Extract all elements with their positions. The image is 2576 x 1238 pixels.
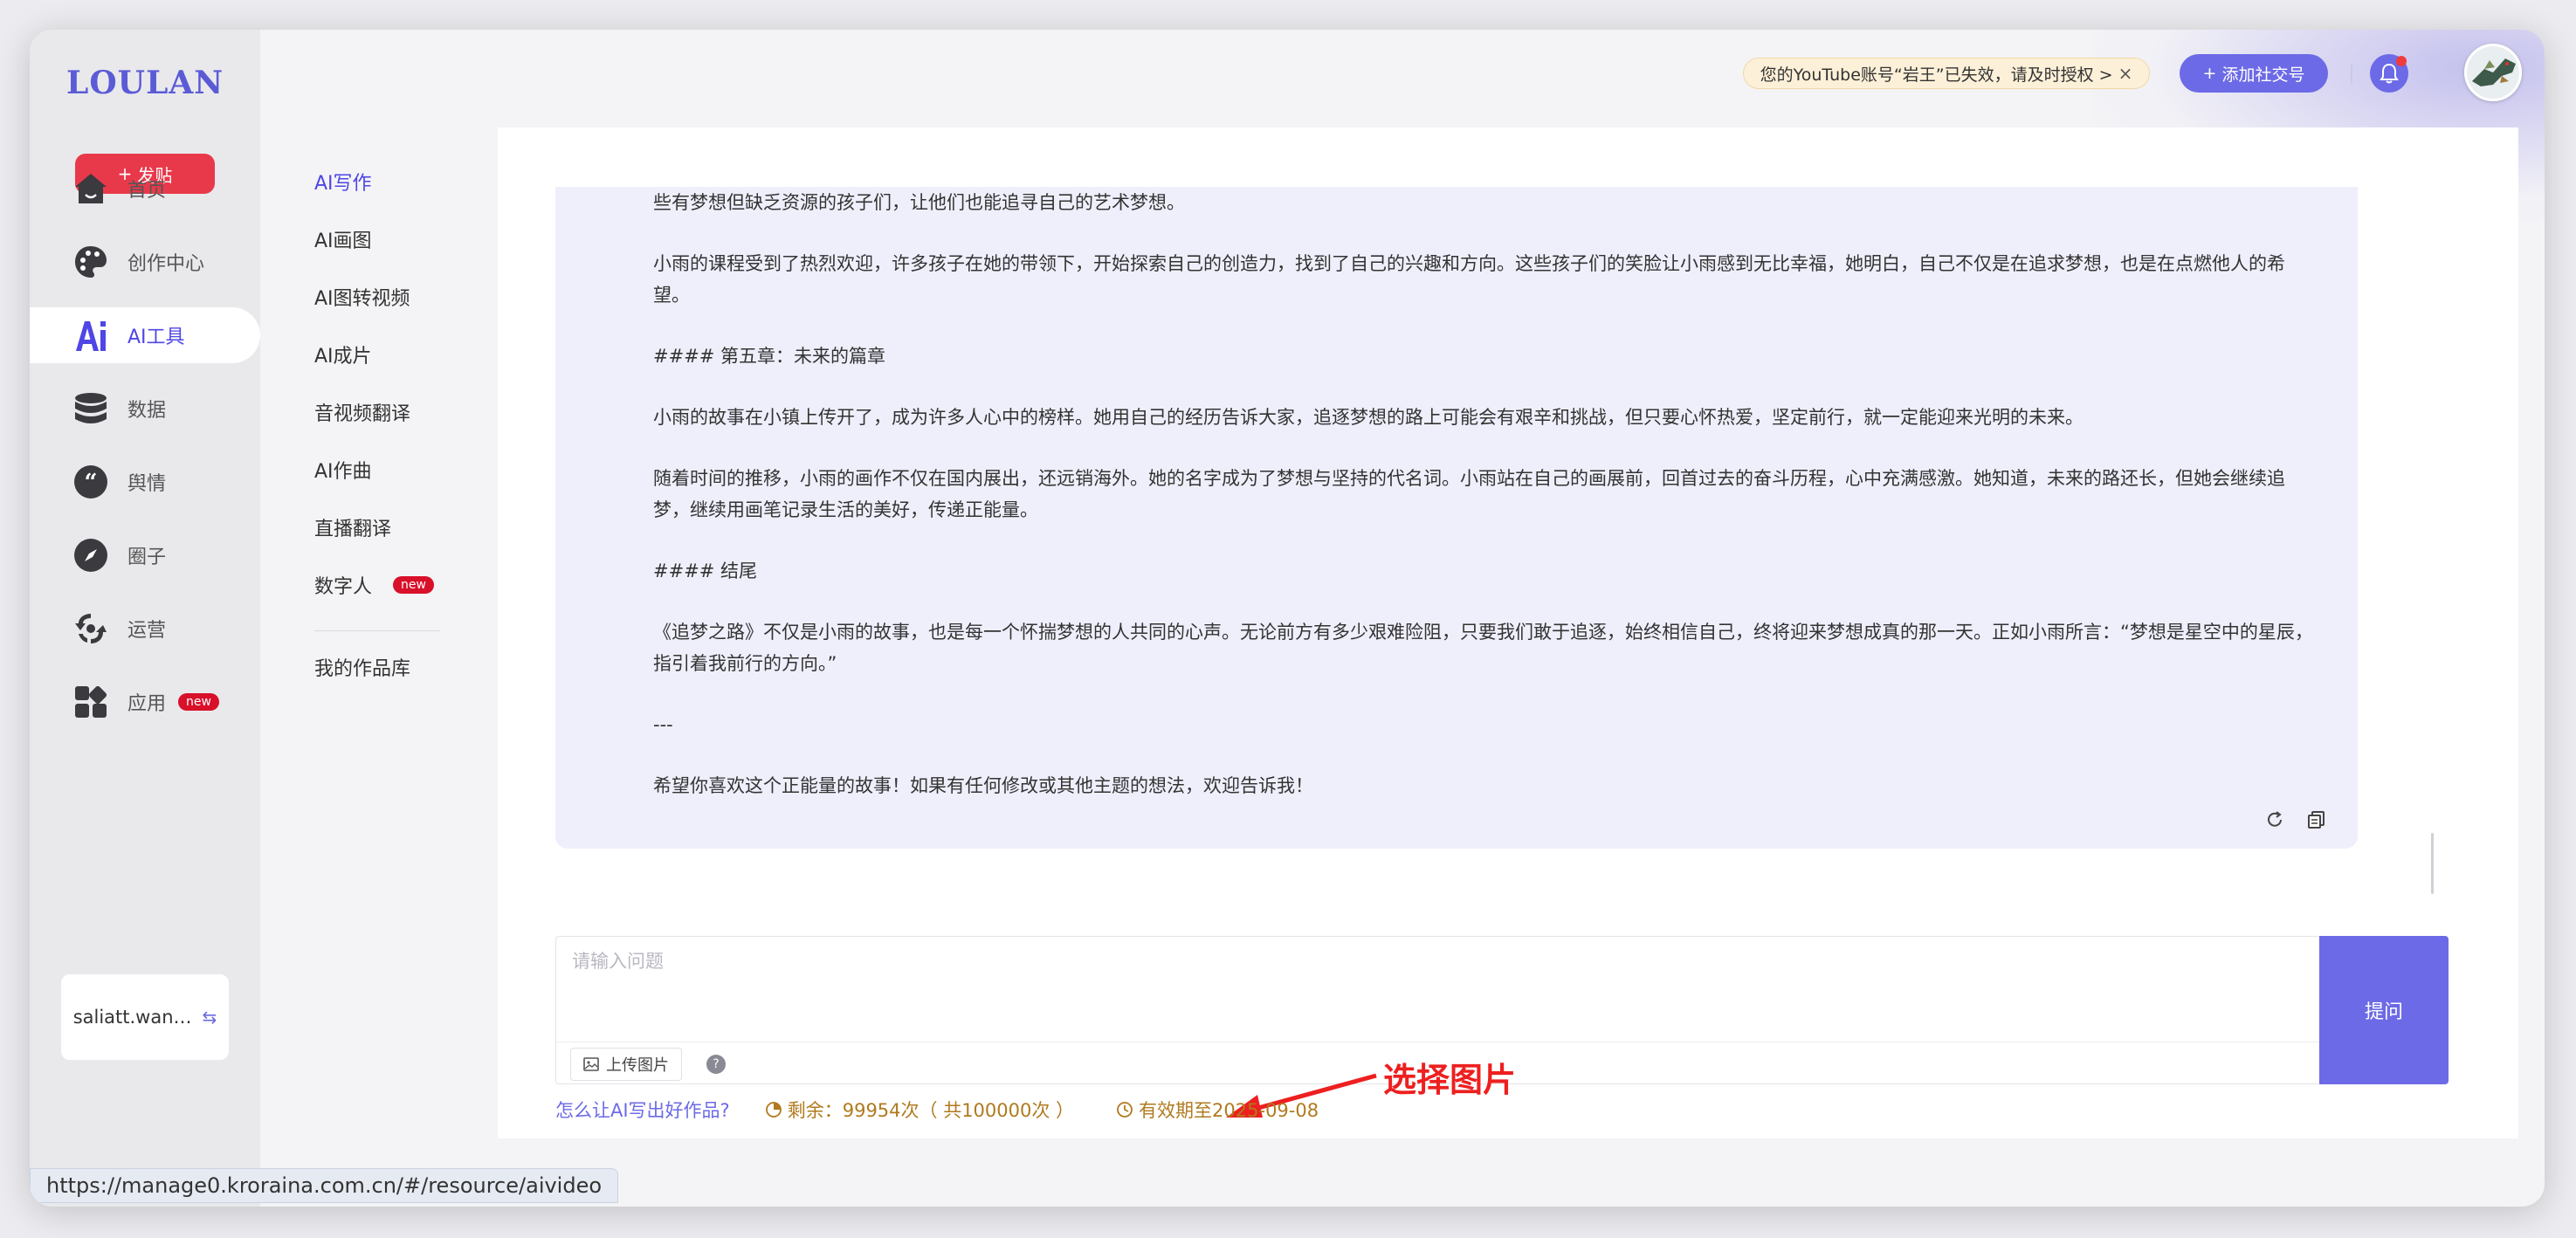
response-actions xyxy=(2263,808,2328,831)
subnav-label: AI作曲 xyxy=(314,461,372,483)
subnav-label: AI图转视频 xyxy=(314,288,410,310)
subnav-item-ai-writing[interactable]: AI写作 xyxy=(314,168,372,196)
add-social-label: 添加社交号 xyxy=(2221,65,2305,85)
annotation-label: 选择图片 xyxy=(1383,1061,1517,1099)
nav-label: 数据 xyxy=(127,400,167,422)
submit-question-button[interactable]: 提问 xyxy=(2319,936,2449,1084)
subnav-label: 直播翻译 xyxy=(314,519,392,540)
subnav-item-av-translation[interactable]: 音视频翻译 xyxy=(314,398,410,426)
copy-icon[interactable] xyxy=(2305,808,2328,831)
usage-info: 怎么让AI写出好作品? 剩余：99954次（ 共100000次 ） 有效期至20… xyxy=(555,1097,1319,1123)
nav-item-home[interactable]: 首页 xyxy=(30,161,260,217)
swap-icon[interactable]: ⇆ xyxy=(203,1007,217,1028)
upload-image-button[interactable]: 上传图片 xyxy=(570,1048,682,1081)
subnav-label: AI写作 xyxy=(314,173,372,195)
nav-item-creation-center[interactable]: 创作中心 xyxy=(30,234,260,290)
add-social-account-button[interactable]: + 添加社交号 xyxy=(2180,54,2328,93)
response-heading: #### 结尾 xyxy=(653,561,758,581)
subnav-label: 数字人 xyxy=(314,576,373,598)
nav-item-apps[interactable]: 应用 new xyxy=(30,674,260,730)
logo: LOULAN xyxy=(66,65,224,101)
upload-image-label: 上传图片 xyxy=(606,1056,669,1075)
unread-dot xyxy=(2396,56,2407,66)
nav-item-operations[interactable]: 运营 xyxy=(30,601,260,657)
response-paragraph: 《追梦之路》不仅是小雨的故事，也是每一个怀揣梦想的人共同的心声。无论前方有多少艰… xyxy=(653,622,2313,674)
nav-label: 运营 xyxy=(127,620,167,642)
subnav-item-my-works[interactable]: 我的作品库 xyxy=(314,653,410,681)
nav-item-ai-tools[interactable]: AI工具 xyxy=(30,307,260,363)
close-icon[interactable]: × xyxy=(2118,63,2133,84)
new-badge: new xyxy=(178,693,219,711)
nav-item-data[interactable]: 数据 xyxy=(30,381,260,437)
notification-bell[interactable] xyxy=(2370,54,2408,93)
image-icon xyxy=(583,1057,599,1071)
subnav-item-ai-film[interactable]: AI成片 xyxy=(314,340,372,368)
clock-icon xyxy=(1117,1102,1133,1118)
validity-date-text: 有效期至2025-09-08 xyxy=(1139,1100,1319,1121)
nav-label: 舆情 xyxy=(127,473,167,495)
plus-icon: + xyxy=(2202,64,2217,83)
notice-text: 您的YouTube账号“岩王”已失效，请及时授权 > xyxy=(1760,65,2113,85)
apps-icon xyxy=(73,684,108,719)
subnav-divider xyxy=(314,630,440,631)
subnav-label: 我的作品库 xyxy=(314,658,411,680)
compass-icon xyxy=(73,538,108,573)
bell-icon xyxy=(2380,63,2399,84)
user-name: saliatt.wan… xyxy=(72,1007,192,1028)
nav-label: 圈子 xyxy=(127,547,167,568)
nav-item-circle[interactable]: 圈子 xyxy=(30,527,260,583)
nav-label: 首页 xyxy=(127,180,167,202)
ai-tools-subnav: AI写作 AI画图 AI图转视频 AI成片 音视频翻译 AI作曲 直播翻译 数字… xyxy=(260,30,498,1207)
response-paragraph: 随着时间的推移，小雨的画作不仅在国内展出，还远销海外。她的名字成为了梦想与坚持的… xyxy=(653,468,2285,520)
account-expired-notice[interactable]: 您的YouTube账号“岩王”已失效，请及时授权 > × xyxy=(1743,58,2150,89)
response-paragraph: 小雨的课程受到了热烈欢迎，许多孩子在她的带领下，开始探索自己的创造力，找到了自己… xyxy=(653,253,2285,306)
new-badge: new xyxy=(393,576,434,594)
ai-response-bubble: 些有梦想但缺乏资源的孩子们，让他们也能追寻自己的艺术梦想。 小雨的课程受到了热烈… xyxy=(555,187,2358,849)
remaining-quota: 剩余：99954次（ 共100000次 ） xyxy=(765,1097,1074,1123)
subnav-label: AI成片 xyxy=(314,346,372,368)
app-window: LOULAN + 发贴 首页 创作中心 AI工具 数据 “ 舆情 圈子 运营 应… xyxy=(30,30,2545,1207)
subnav-label: 音视频翻译 xyxy=(314,403,411,425)
response-paragraph: 小雨的故事在小镇上传开了，成为许多人心中的榜样。她用自己的经历告诉大家，追逐梦想… xyxy=(653,407,2084,428)
subnav-item-ai-compose[interactable]: AI作曲 xyxy=(314,456,372,484)
operations-icon xyxy=(73,611,108,646)
ai-writing-panel: 些有梦想但缺乏资源的孩子们，让他们也能追寻自己的艺术梦想。 小雨的课程受到了热烈… xyxy=(498,127,2518,1138)
pie-icon xyxy=(765,1102,782,1118)
database-icon xyxy=(73,391,108,426)
left-sidebar: LOULAN + 发贴 首页 创作中心 AI工具 数据 “ 舆情 圈子 运营 应… xyxy=(30,30,260,1207)
response-heading: #### 第五章：未来的篇章 xyxy=(653,346,886,367)
avatar[interactable] xyxy=(2464,44,2522,101)
subnav-item-digital-human[interactable]: 数字人 new xyxy=(314,571,434,599)
user-switcher[interactable]: saliatt.wan… ⇆ xyxy=(61,974,229,1060)
subnav-label: AI画图 xyxy=(314,230,372,252)
subnav-item-image-to-video[interactable]: AI图转视频 xyxy=(314,283,410,311)
remaining-quota-text: 剩余：99954次（ 共100000次 ） xyxy=(787,1100,1075,1121)
response-paragraph: 希望你喜欢这个正能量的故事！如果有任何修改或其他主题的想法，欢迎告诉我！ xyxy=(653,775,1313,796)
validity-date: 有效期至2025-09-08 xyxy=(1116,1097,1319,1123)
topbar-divider xyxy=(2351,65,2352,84)
writing-tips-link[interactable]: 怎么让AI写出好作品? xyxy=(555,1097,730,1123)
response-paragraph: 些有梦想但缺乏资源的孩子们，让他们也能追寻自己的艺术梦想。 xyxy=(653,192,1185,213)
nav-item-public-opinion[interactable]: “ 舆情 xyxy=(30,454,260,510)
home-icon xyxy=(73,171,108,206)
nav-label: AI工具 xyxy=(127,327,185,348)
response-separator: --- xyxy=(653,714,673,735)
subnav-item-live-translation[interactable]: 直播翻译 xyxy=(314,513,391,541)
regenerate-icon[interactable] xyxy=(2263,808,2286,831)
scrollbar-thumb[interactable] xyxy=(2431,833,2434,894)
question-input[interactable] xyxy=(556,937,2319,1042)
help-icon[interactable]: ? xyxy=(706,1055,726,1074)
nav-label: 应用 xyxy=(127,693,167,715)
svg-text:“: “ xyxy=(85,470,98,496)
ai-icon xyxy=(73,318,108,353)
subnav-item-ai-drawing[interactable]: AI画图 xyxy=(314,225,372,253)
palette-icon xyxy=(73,244,108,279)
quote-icon: “ xyxy=(73,464,108,499)
nav-label: 创作中心 xyxy=(127,253,205,275)
status-bar-url: https://manage0.kroraina.com.cn/#/resour… xyxy=(30,1168,619,1203)
